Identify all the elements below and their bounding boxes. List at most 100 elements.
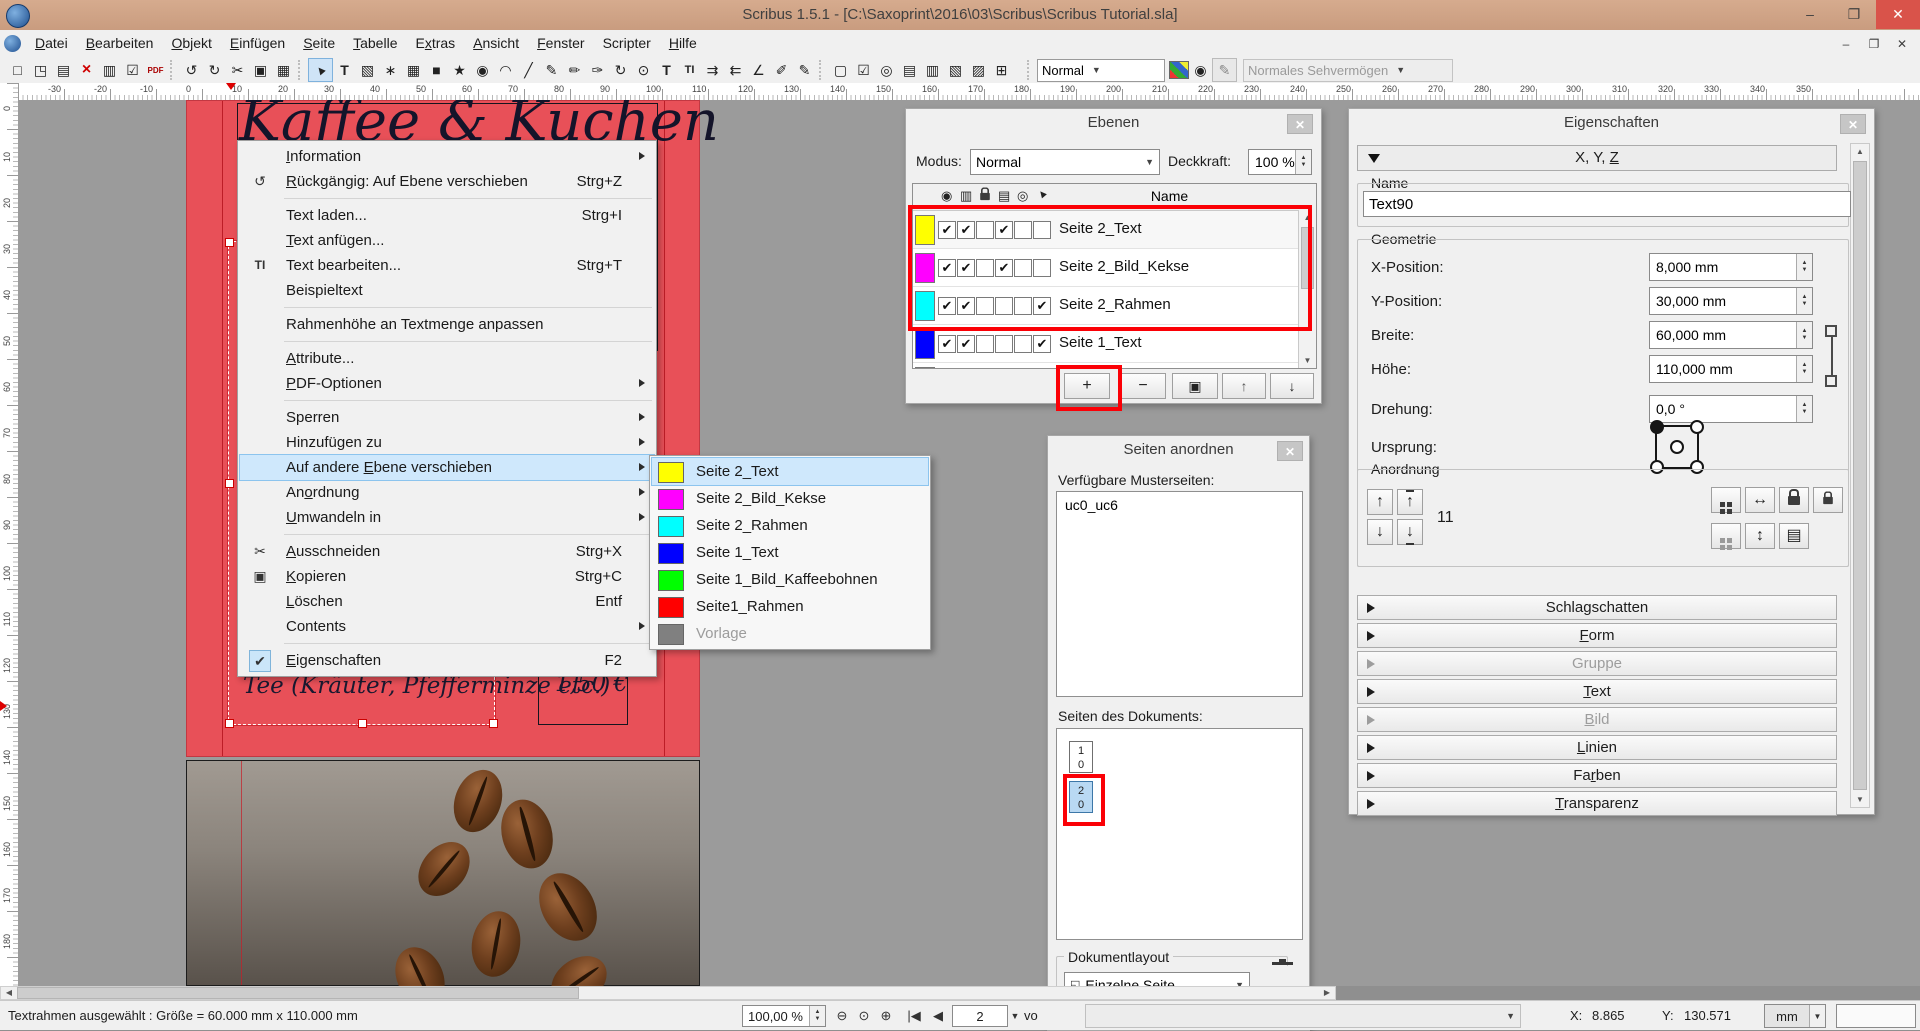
ctx-sperren[interactable]: Sperren [240, 405, 654, 430]
ctx-rueckgaengig[interactable]: ↺Rückgängig: Auf Ebene verschiebenStrg+Z [240, 169, 654, 194]
link-width-height-icon[interactable] [1821, 325, 1833, 387]
print-checkbox[interactable]: ✔ [957, 297, 975, 315]
add-layer-button[interactable]: + [1064, 373, 1110, 399]
duplicate-layer-button[interactable]: ▣ [1172, 373, 1218, 399]
ctx-loeschen[interactable]: LöschenEntf [240, 589, 654, 614]
lock-checkbox[interactable] [976, 297, 994, 315]
lock-checkbox[interactable] [976, 221, 994, 239]
menu-extras[interactable]: Extras [406, 30, 464, 57]
outline-checkbox[interactable] [1014, 335, 1032, 353]
color-management-icon[interactable] [1169, 61, 1189, 79]
raise-layer-button[interactable]: ↑ [1222, 373, 1266, 399]
outline-checkbox[interactable] [1014, 259, 1032, 277]
textflow-checkbox[interactable]: ✔ [995, 221, 1013, 239]
save-document-icon[interactable]: ▤ [52, 59, 75, 81]
eye-dropper-icon[interactable]: ✎ [793, 59, 816, 81]
layer-name[interactable]: Seite 2_Rahmen [1059, 296, 1171, 313]
outline-checkbox[interactable] [1014, 297, 1032, 315]
ctx-pdf-optionen[interactable]: PDF-Optionen [240, 371, 654, 396]
zoom-level-spinner[interactable]: 100,00 %▲▼ [742, 1005, 826, 1027]
insert-calligraphic-line-icon[interactable]: ✑ [586, 59, 609, 81]
ctx-text-anfuegen[interactable]: Text anfügen... [240, 228, 654, 253]
menu-scripter[interactable]: Scripter [594, 30, 660, 57]
ctx-beispieltext[interactable]: Beispieltext [240, 278, 654, 303]
insert-line-icon[interactable]: ╱ [517, 59, 540, 81]
select-checkbox[interactable] [1033, 259, 1051, 277]
ctx-kopieren[interactable]: ▣KopierenStrg+C [240, 564, 654, 589]
vision-defect-select[interactable]: Normales Sehvermögen▼ [1243, 59, 1453, 82]
mdi-restore-button[interactable]: ❐ [1860, 33, 1888, 55]
minimize-button[interactable]: – [1788, 0, 1832, 29]
toggle-text-chains-icon[interactable]: ▨ [967, 59, 990, 81]
zoom-reset-icon[interactable]: ⊙ [854, 1006, 874, 1026]
scrollbar-thumb[interactable] [1853, 161, 1867, 790]
flip-vertical-button[interactable]: ↕ [1745, 523, 1775, 549]
cut-icon[interactable]: ✂ [226, 59, 249, 81]
properties-scrollbar[interactable]: ▲ ▼ [1850, 143, 1870, 808]
layer-color-swatch[interactable] [915, 329, 935, 359]
copy-icon[interactable]: ▣ [249, 59, 272, 81]
origin-top-left[interactable] [1650, 420, 1664, 434]
ctx-ausschneiden[interactable]: ✂AusschneidenStrg+X [240, 539, 654, 564]
menu-fenster[interactable]: Fenster [528, 30, 593, 57]
layer-name[interactable]: Seite 2_Bild_Kekse [1059, 258, 1189, 275]
page-2-thumbnail[interactable]: 20 [1069, 781, 1093, 813]
layer-color-swatch[interactable] [915, 367, 935, 369]
open-document-icon[interactable]: ◳ [29, 59, 52, 81]
submenu-seite2-rahmen[interactable]: Seite 2_Rahmen [652, 512, 928, 539]
measurements-icon[interactable]: ∠ [747, 59, 770, 81]
origin-point-selector[interactable] [1655, 425, 1699, 469]
select-checkbox[interactable] [1033, 221, 1051, 239]
menu-objekt[interactable]: Objekt [162, 30, 220, 57]
layer-row[interactable] [913, 363, 1316, 369]
submenu-seite2-text[interactable]: Seite 2_Text [652, 458, 928, 485]
visible-checkbox[interactable]: ✔ [938, 297, 956, 315]
ebenen-close-icon[interactable]: ✕ [1287, 114, 1313, 134]
layer-color-swatch[interactable] [915, 253, 935, 283]
submenu-seite1-rahmen[interactable]: Seite1_Rahmen [652, 593, 928, 620]
layer-row[interactable]: ✔ ✔ ✔ Seite 2_Text [913, 211, 1316, 249]
edit-contents-icon[interactable]: T [655, 59, 678, 81]
ungroup-items-button[interactable] [1711, 523, 1741, 549]
eigenschaften-close-icon[interactable]: ✕ [1840, 114, 1866, 134]
lower-layer-button[interactable]: ↓ [1270, 373, 1314, 399]
x-position-spinner[interactable]: 8,000 mm▲▼ [1649, 253, 1813, 281]
origin-center[interactable] [1670, 440, 1684, 454]
raise-to-top-button[interactable]: ↑ [1397, 489, 1423, 515]
visible-checkbox[interactable]: ✔ [938, 259, 956, 277]
print-checkbox[interactable]: ✔ [957, 259, 975, 277]
ctx-text-bearbeiten[interactable]: TIText bearbeiten...Strg+T [240, 253, 654, 278]
menu-hilfe[interactable]: Hilfe [660, 30, 706, 57]
undo-icon[interactable]: ↺ [180, 59, 203, 81]
section-linien[interactable]: Linien [1357, 735, 1837, 760]
section-schlagschatten[interactable]: Schlagschatten [1357, 595, 1837, 620]
zoom-out-icon[interactable]: ⊖ [832, 1006, 852, 1026]
origin-top-right[interactable] [1690, 420, 1704, 434]
section-transparenz[interactable]: Transparenz [1357, 791, 1837, 816]
preflight-verifier-icon[interactable]: ☑ [121, 59, 144, 81]
resize-handle-bottom-left[interactable] [225, 719, 234, 728]
print-document-icon[interactable]: ▥ [98, 59, 121, 81]
visible-checkbox[interactable]: ✔ [938, 221, 956, 239]
redo-icon[interactable]: ↻ [203, 59, 226, 81]
scrollbar-thumb[interactable] [1301, 227, 1314, 289]
eigenschaften-panel-titlebar[interactable]: Eigenschaften [1349, 109, 1874, 137]
menu-ansicht[interactable]: Ansicht [464, 30, 528, 57]
horizontal-ruler[interactable]: -30-20-100102030405060708090100110120130… [18, 83, 1920, 101]
layer-color-swatch[interactable] [915, 291, 935, 321]
toggle-frames-icon[interactable]: ☑ [852, 59, 875, 81]
submenu-seite1-bild-kaffeebohnen[interactable]: Seite 1_Bild_Kaffeebohnen [652, 566, 928, 593]
ctx-information[interactable]: Information [240, 144, 654, 169]
scroll-right-icon[interactable]: ▶ [1319, 987, 1335, 999]
deckkraft-spinner[interactable]: 100 %▲▼ [1248, 149, 1312, 175]
resize-handle-bottom-center[interactable] [358, 719, 367, 728]
seiten-close-icon[interactable]: ✕ [1277, 441, 1303, 461]
export-pdf-icon[interactable]: PDF [144, 59, 167, 81]
print-checkbox[interactable]: ✔ [957, 221, 975, 239]
resize-handle-top-left[interactable] [225, 238, 234, 247]
toggle-guides-icon[interactable]: ▤ [898, 59, 921, 81]
lock-checkbox[interactable] [976, 259, 994, 277]
scroll-up-icon[interactable]: ▲ [1299, 210, 1316, 225]
select-item-icon[interactable]: ▲ [305, 54, 337, 86]
ebenen-panel-titlebar[interactable]: Ebenen [906, 109, 1321, 137]
